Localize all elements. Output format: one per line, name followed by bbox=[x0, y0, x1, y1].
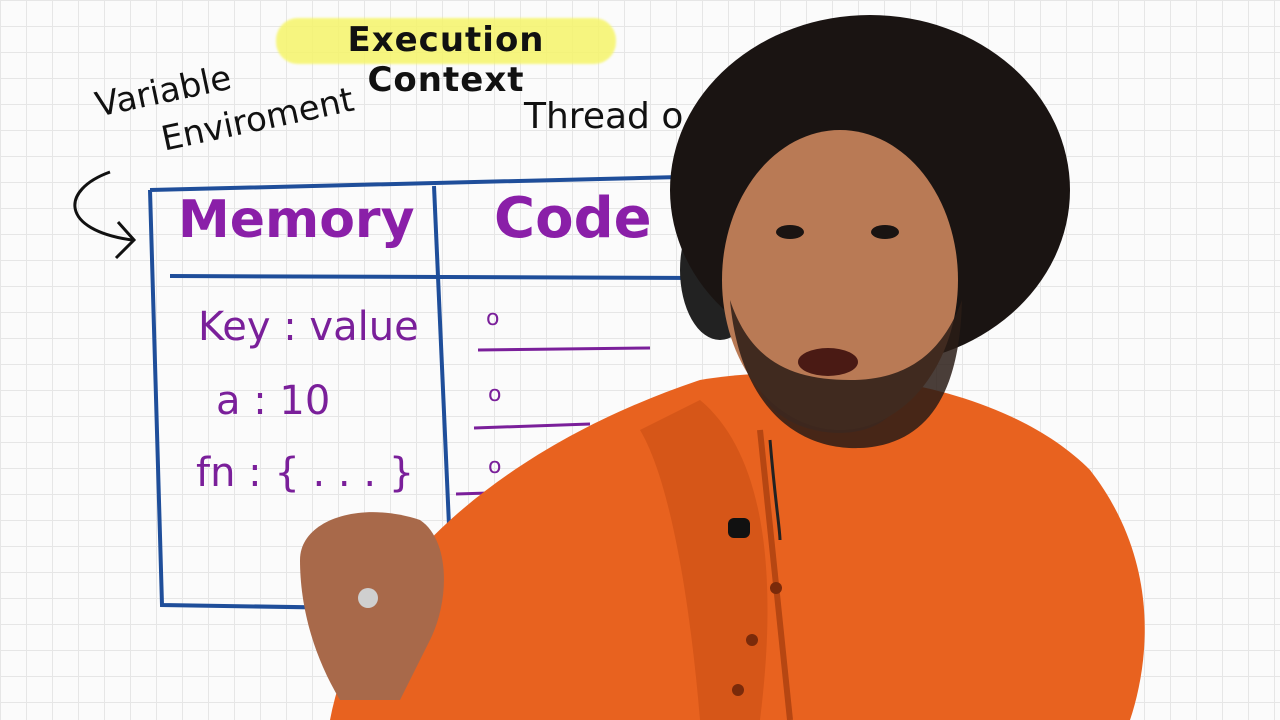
presenter-figure bbox=[300, 15, 1145, 720]
whiteboard-scene: Execution Context Variable Enviroment Th… bbox=[0, 0, 1280, 720]
code-header: Code bbox=[494, 186, 652, 251]
header-divider bbox=[169, 274, 701, 280]
title-area: Execution Context bbox=[276, 12, 616, 100]
memory-row: a : 10 bbox=[216, 378, 331, 424]
code-marker: o bbox=[486, 306, 500, 331]
memory-row: fn : { . . . } bbox=[196, 450, 415, 496]
code-marker: o bbox=[488, 382, 502, 407]
memory-row: Key : value bbox=[198, 304, 419, 350]
code-row-line bbox=[473, 422, 591, 430]
label-thread: Thread o bbox=[524, 96, 684, 137]
memory-header: Memory bbox=[178, 190, 415, 250]
code-row-line bbox=[477, 346, 651, 352]
column-divider bbox=[432, 185, 452, 549]
code-marker: o bbox=[488, 454, 502, 479]
